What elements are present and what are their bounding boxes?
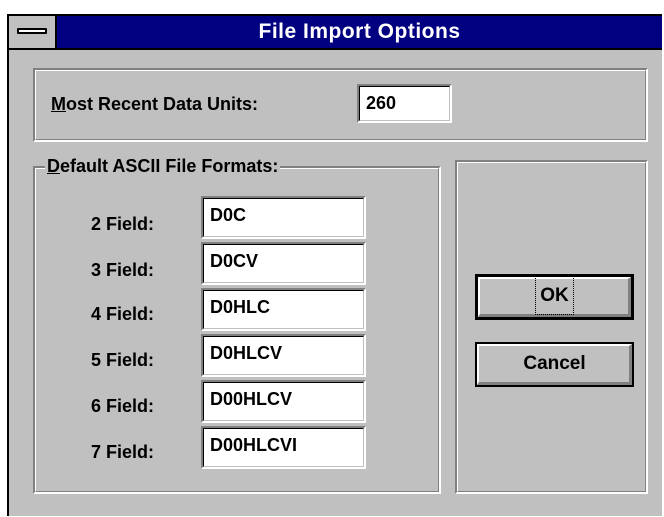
- title-bar: File Import Options: [9, 16, 662, 50]
- button-panel: [455, 160, 648, 494]
- recent-units-access-key: M: [51, 94, 66, 114]
- recent-units-label: Most Recent Data Units:: [51, 94, 258, 115]
- cancel-button-label: Cancel: [523, 353, 586, 374]
- format-field-5[interactable]: D0HLCV: [201, 334, 366, 377]
- ok-button-label: OK: [535, 276, 574, 315]
- window-title: File Import Options: [258, 20, 461, 43]
- format-row-label: 2 Field:: [91, 214, 155, 234]
- ascii-formats-caption-text: efault ASCII File Formats:: [60, 156, 279, 176]
- recent-units-panel: Most Recent Data Units: 260: [33, 68, 648, 142]
- format-row-label: 7 Field:: [91, 442, 155, 462]
- format-field-6[interactable]: D00HLCV: [201, 380, 366, 423]
- recent-units-value: 260: [359, 86, 450, 121]
- format-field-value: D0C: [203, 198, 364, 237]
- format-field-value: D00HLCV: [203, 382, 364, 421]
- format-row-label: 3 Field:: [91, 260, 155, 280]
- format-field-2[interactable]: D0C: [201, 196, 366, 239]
- format-field-4[interactable]: D0HLC: [201, 288, 366, 331]
- system-menu-button[interactable]: [9, 16, 57, 48]
- format-field-value: D0CV: [203, 244, 364, 283]
- format-field-value: D0HLC: [203, 290, 364, 329]
- ok-button-caption: OK: [535, 276, 574, 315]
- format-row-label: 6 Field:: [91, 396, 155, 416]
- format-row-label: 4 Field:: [91, 304, 155, 324]
- file-import-options-dialog: File Import Options Most Recent Data Uni…: [7, 14, 662, 516]
- ascii-formats-access-key: D: [47, 156, 60, 176]
- format-field-7[interactable]: D00HLCVI: [201, 426, 366, 469]
- recent-units-input[interactable]: 260: [357, 84, 452, 123]
- cancel-button[interactable]: Cancel: [475, 342, 634, 387]
- ascii-formats-group-caption: Default ASCII File Formats:: [45, 156, 281, 177]
- ok-button[interactable]: OK: [475, 274, 634, 320]
- format-field-3[interactable]: D0CV: [201, 242, 366, 285]
- format-field-value: D0HLCV: [203, 336, 364, 375]
- recent-units-label-text: ost Recent Data Units:: [66, 94, 259, 114]
- minus-icon: [17, 28, 47, 34]
- format-field-value: D00HLCVI: [203, 428, 364, 467]
- format-row-label: 5 Field:: [91, 350, 155, 370]
